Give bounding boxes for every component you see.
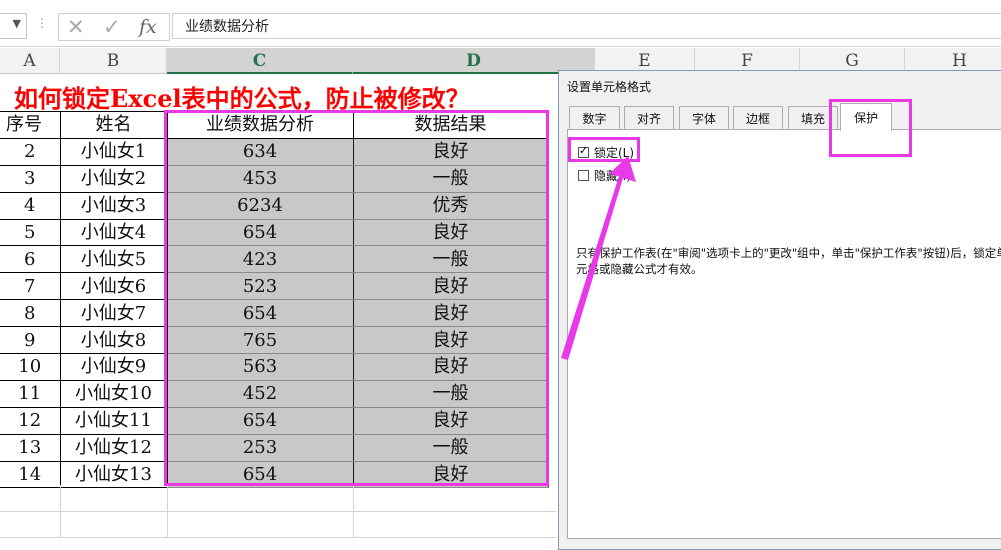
seq-cell[interactable]: 7 bbox=[0, 272, 61, 301]
dialog-title: 设置单元格格式 bbox=[567, 80, 652, 94]
name-cell[interactable]: 小仙女10 bbox=[60, 380, 168, 408]
name-cell[interactable]: 小仙女5 bbox=[60, 245, 168, 274]
name-cell[interactable]: 小仙女11 bbox=[60, 407, 168, 435]
empty-row[interactable] bbox=[0, 485, 556, 512]
name-cell[interactable]: 小仙女9 bbox=[60, 353, 168, 381]
enter-icon[interactable]: ✓ bbox=[103, 14, 121, 40]
cancel-icon[interactable]: ✕ bbox=[67, 14, 85, 40]
formula-icons: ✕ ✓ fx bbox=[58, 13, 170, 41]
tab-border[interactable]: 边框 bbox=[733, 106, 783, 130]
insert-function-icon[interactable]: fx bbox=[139, 14, 157, 40]
tab-font[interactable]: 字体 bbox=[679, 106, 729, 130]
grid-line bbox=[167, 485, 168, 538]
seq-cell[interactable]: 2 bbox=[0, 138, 61, 166]
hidden-label[interactable]: 隐藏(I) bbox=[594, 167, 631, 184]
empty-row[interactable] bbox=[0, 511, 556, 538]
seq-cell[interactable]: 10 bbox=[0, 353, 61, 381]
name-cell[interactable]: 小仙女3 bbox=[60, 192, 168, 220]
seq-cell[interactable]: 6 bbox=[0, 245, 61, 274]
name-cell[interactable]: 小仙女2 bbox=[60, 165, 168, 193]
seq-cell[interactable]: 4 bbox=[0, 192, 61, 220]
name-cell[interactable]: 小仙女1 bbox=[60, 138, 168, 166]
tab-protection[interactable]: 保护 bbox=[840, 103, 892, 131]
column-header-a[interactable]: A bbox=[0, 48, 60, 74]
seq-cell[interactable]: 8 bbox=[0, 299, 61, 328]
formula-bar: ▼ ⋮ ✕ ✓ fx 业绩数据分析 bbox=[0, 0, 1001, 47]
hidden-checkbox[interactable] bbox=[578, 170, 589, 181]
name-cell[interactable]: 小仙女8 bbox=[60, 326, 168, 355]
header-seq[interactable]: 序号 bbox=[0, 111, 61, 139]
protection-note: 只有保护工作表(在"审阅"选项卡上的"更改"组中，单击"保护工作表"按钮)后，锁… bbox=[576, 246, 1001, 276]
header-name[interactable]: 姓名 bbox=[60, 111, 168, 139]
name-cell[interactable]: 小仙女4 bbox=[60, 219, 168, 247]
tab-number[interactable]: 数字 bbox=[569, 106, 620, 130]
seq-cell[interactable]: 13 bbox=[0, 434, 61, 462]
seq-cell[interactable]: 9 bbox=[0, 326, 61, 355]
seq-cell[interactable]: 14 bbox=[0, 461, 61, 489]
sheet-title[interactable]: 如何锁定Excel表中的公式，防止被修改？ bbox=[14, 79, 470, 114]
seq-cell[interactable]: 11 bbox=[0, 380, 61, 408]
seq-cell[interactable]: 3 bbox=[0, 165, 61, 193]
name-box[interactable]: ▼ bbox=[0, 13, 27, 39]
highlight-range-box bbox=[164, 110, 549, 486]
name-cell[interactable]: 小仙女12 bbox=[60, 434, 168, 462]
tab-alignment[interactable]: 对齐 bbox=[624, 106, 674, 130]
seq-cell[interactable]: 5 bbox=[0, 219, 61, 247]
column-header-c[interactable]: C bbox=[167, 48, 353, 74]
name-cell[interactable]: 小仙女13 bbox=[60, 461, 168, 489]
name-cell[interactable]: 小仙女7 bbox=[60, 299, 168, 328]
chevron-down-icon[interactable]: ▼ bbox=[13, 17, 21, 30]
highlight-locked-box bbox=[568, 137, 640, 162]
name-cell[interactable]: 小仙女6 bbox=[60, 272, 168, 301]
drag-handle-icon[interactable]: ⋮ bbox=[36, 16, 48, 30]
grid-line bbox=[353, 485, 354, 538]
column-header-b[interactable]: B bbox=[60, 48, 167, 74]
grid-line bbox=[60, 485, 61, 538]
protection-panel: 锁定(L) 隐藏(I) 只有保护工作表(在"审阅"选项卡上的"更改"组中，单击"… bbox=[567, 129, 1001, 539]
formula-input[interactable]: 业绩数据分析 bbox=[172, 13, 1001, 39]
seq-cell[interactable]: 12 bbox=[0, 407, 61, 435]
